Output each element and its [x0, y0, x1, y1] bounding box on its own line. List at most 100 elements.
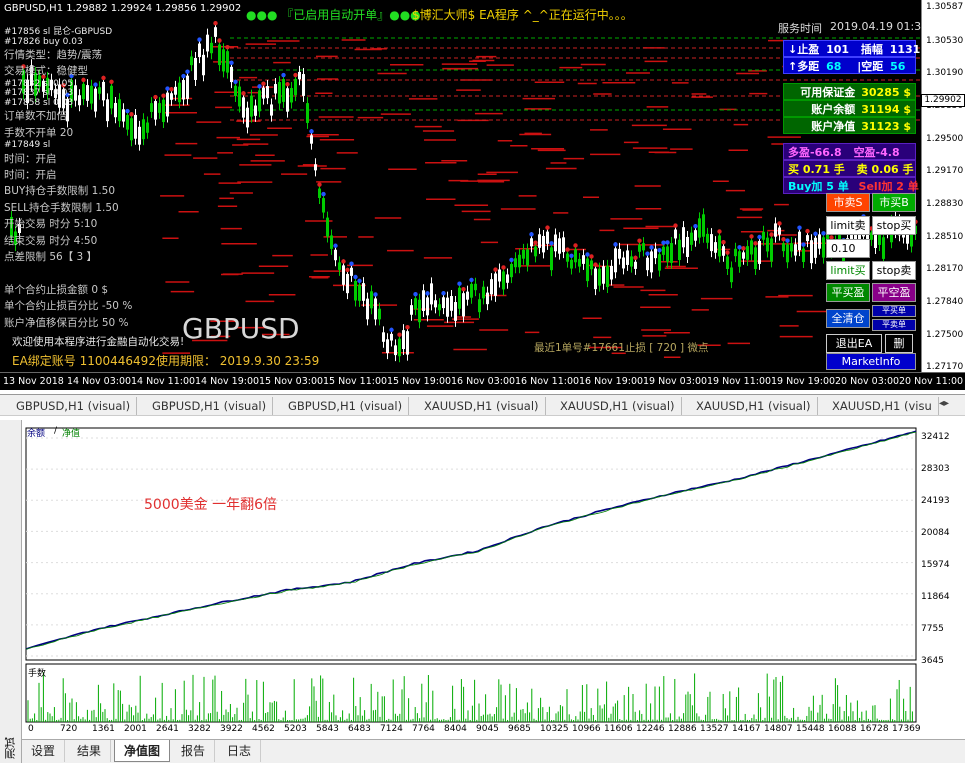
candle-body [242, 97, 245, 118]
candle-body [462, 293, 465, 317]
candle-body [306, 103, 309, 123]
ea-info-line: 单个合约止损百分比 -50 % [4, 300, 133, 313]
time-tick: 20 Nov 11:00 [899, 376, 964, 387]
trade-arrow-mark [213, 20, 218, 26]
trade-arrow-mark [397, 332, 402, 337]
candle-body [670, 243, 673, 263]
candle-body [218, 44, 221, 66]
trade-x-tick: 10325 [540, 724, 569, 734]
close-sell-profit-button[interactable]: 平空盈 [872, 283, 916, 302]
candle-body [310, 135, 313, 144]
candle-body [374, 298, 377, 320]
candle-body [470, 283, 473, 298]
price-tick: 1.30190 [926, 68, 964, 78]
candle-body [802, 248, 805, 263]
tester-tab[interactable]: 结果 [68, 740, 112, 762]
chart-tab[interactable]: XAUUSD,H1 (visual) [554, 397, 682, 415]
price-axis[interactable]: 1.305871.305301.301901.298501.295001.291… [921, 0, 965, 372]
trade-x-tick: 17369 [892, 724, 921, 734]
chart-tab[interactable]: GBPUSD,H1 (visual) [146, 397, 274, 415]
candle-body [206, 34, 209, 52]
chart-tab[interactable]: XAUUSD,H1 (visual) [690, 397, 818, 415]
candle-body [498, 269, 501, 282]
tab-scroll-arrows[interactable]: ◂▸ [939, 398, 963, 414]
ea-running-status: $博汇大师$ EA程序 ^_^正在运行中。。。 [412, 8, 633, 22]
candle-body [750, 240, 753, 255]
candle-body [734, 248, 737, 257]
candle-body [662, 246, 665, 255]
close-buy-orders-button[interactable]: 平买单 [872, 305, 916, 317]
stop-sell-button[interactable]: stop卖 [872, 261, 916, 280]
candle-body [274, 84, 277, 94]
candle-body [446, 297, 449, 317]
candle-body [454, 302, 457, 321]
time-axis[interactable]: 13 Nov 2018 14 Nov 03:00 14 Nov 11:00 14 No… [0, 372, 965, 390]
long-distance-label: ↑多距 [788, 60, 820, 73]
delete-button[interactable]: 删 [885, 334, 913, 353]
candle-body [822, 237, 825, 258]
candle-body [378, 308, 381, 320]
candle-body [526, 249, 529, 266]
close-buy-profit-button[interactable]: 平买盈 [826, 283, 870, 302]
account-binding-info: EA绑定账号 1100446492使用期限： 2019.9.30 23:59 [12, 354, 320, 368]
trade-arrow-mark [769, 232, 774, 237]
limit-buy-button[interactable]: limit买 [826, 261, 870, 280]
candle-body [314, 164, 317, 171]
candle-body [398, 338, 401, 357]
exit-ea-button[interactable]: 退出EA [826, 334, 882, 353]
tester-tab[interactable]: 日志 [218, 740, 262, 762]
candle-body [550, 247, 553, 271]
short-distance-label: |空距 [857, 60, 884, 73]
close-sell-orders-button[interactable]: 平卖单 [872, 319, 916, 331]
trading-chart[interactable]: GBPUSD,H1 1.29882 1.29924 1.29856 1.2990… [0, 0, 965, 390]
candle-body [234, 85, 237, 97]
candle-body [530, 238, 533, 247]
candle-body [390, 333, 393, 341]
limit-sell-button[interactable]: limit卖 [826, 216, 870, 235]
trade-x-tick: 1361 [92, 724, 115, 734]
candle-body [650, 251, 653, 273]
market-buy-button[interactable]: 市买B [872, 193, 916, 212]
candle-body [438, 304, 441, 311]
candle-body [690, 232, 693, 245]
ea-info-line: 时间：开启 [4, 169, 57, 182]
tester-tab[interactable]: 报告 [172, 740, 216, 762]
ea-info-line: #17858 sl 0.03 [4, 97, 74, 108]
equity-y-tick: 32412 [921, 432, 950, 442]
stop-buy-button[interactable]: stop买 [872, 216, 916, 235]
lot-size-input[interactable]: 0.10 [826, 239, 870, 258]
price-tick: 1.29170 [926, 166, 964, 176]
free-margin-value: 30285 $ [861, 86, 911, 99]
candle-body [658, 254, 661, 271]
tester-tab[interactable]: 净值图 [114, 740, 171, 762]
candle-body [582, 255, 585, 264]
close-all-button[interactable]: 全清仓 [826, 309, 870, 328]
price-tick: 1.30530 [926, 36, 964, 46]
equity-y-tick: 7755 [921, 624, 944, 634]
candle-body [342, 265, 345, 285]
chart-tab[interactable]: XAUUSD,H1 (visu [826, 397, 939, 415]
tester-side-tab[interactable]: 测试 [0, 420, 22, 763]
candle-body [518, 254, 521, 268]
trade-x-tick: 5843 [316, 724, 339, 734]
ea-info-line: #17826 buy 0.03 [4, 36, 83, 47]
candle-body [762, 231, 765, 240]
chart-tab[interactable]: GBPUSD,H1 (visual) [10, 397, 138, 415]
candle-body [366, 298, 369, 320]
chart-tab[interactable]: GBPUSD,H1 (visual) [282, 397, 410, 415]
trade-arrow-mark [573, 243, 578, 248]
market-info-button[interactable]: MarketInfo [826, 353, 916, 370]
chart-tab[interactable]: XAUUSD,H1 (visual) [418, 397, 546, 415]
candle-body [674, 229, 677, 239]
trade-arrow-mark [613, 242, 618, 247]
trade-arrow-mark [461, 286, 466, 292]
market-sell-button[interactable]: 市卖S [826, 193, 870, 212]
candle-body [286, 88, 289, 112]
trade-arrow-mark [657, 248, 662, 253]
candle-body [394, 345, 397, 356]
trade-x-tick: 0 [28, 724, 34, 734]
tester-tab[interactable]: 设置 [22, 740, 66, 762]
candle-body [226, 51, 229, 73]
recent-order-info: 最近1单号#17661止损 [ 720 ] 微点 [534, 342, 709, 354]
time-tick: 19 Nov 19:00 [771, 376, 836, 387]
